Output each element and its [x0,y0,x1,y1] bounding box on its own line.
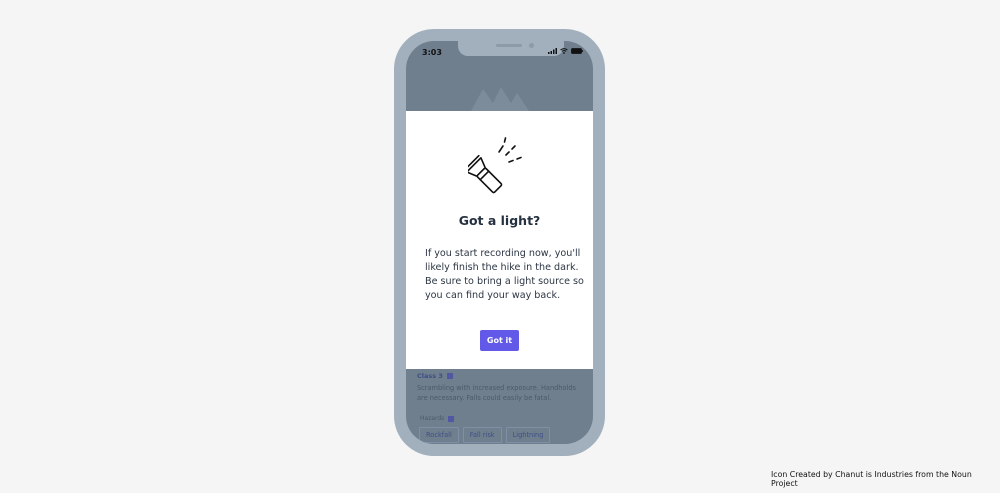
hazard-tag[interactable]: Fall risk [462,427,502,443]
grade-row: Class 3 [417,372,453,380]
battery-icon [571,48,583,54]
modal-body: If you start recording now, you'll likel… [425,248,584,301]
speaker-grille [496,44,522,47]
light-warning-modal: Got a light? If you start recording now,… [406,111,593,369]
mountain-logo-icon [471,87,529,111]
wifi-icon [560,48,568,54]
hazard-tags: Rockfall Fall risk Lightning [419,427,551,443]
got-it-button[interactable]: Got it [480,330,519,351]
status-time: 3:03 [422,48,442,57]
hazards-row: Hazards [420,415,455,422]
icon-credit: Icon Created by Chanut is Industries fro… [771,470,972,488]
phone-screen: 3:03 Class 3 Scrambling with increased e… [406,41,593,444]
front-camera [529,43,534,48]
hazard-tag[interactable]: Rockfall [419,427,459,443]
hazard-tag[interactable]: Lightning [505,427,551,443]
grade-label: Class 3 [417,372,443,380]
signal-icon [548,48,557,54]
grade-description: Scrambling with increased exposure. Hand… [417,384,576,402]
status-icons [548,48,583,54]
info-icon[interactable] [446,373,453,379]
phone-frame: 3:03 Class 3 Scrambling with increased e… [394,29,605,456]
hazards-info-icon[interactable] [448,415,455,422]
flashlight-icon [468,137,522,194]
hazards-label: Hazards [420,415,445,422]
modal-title: Got a light? [458,213,541,228]
